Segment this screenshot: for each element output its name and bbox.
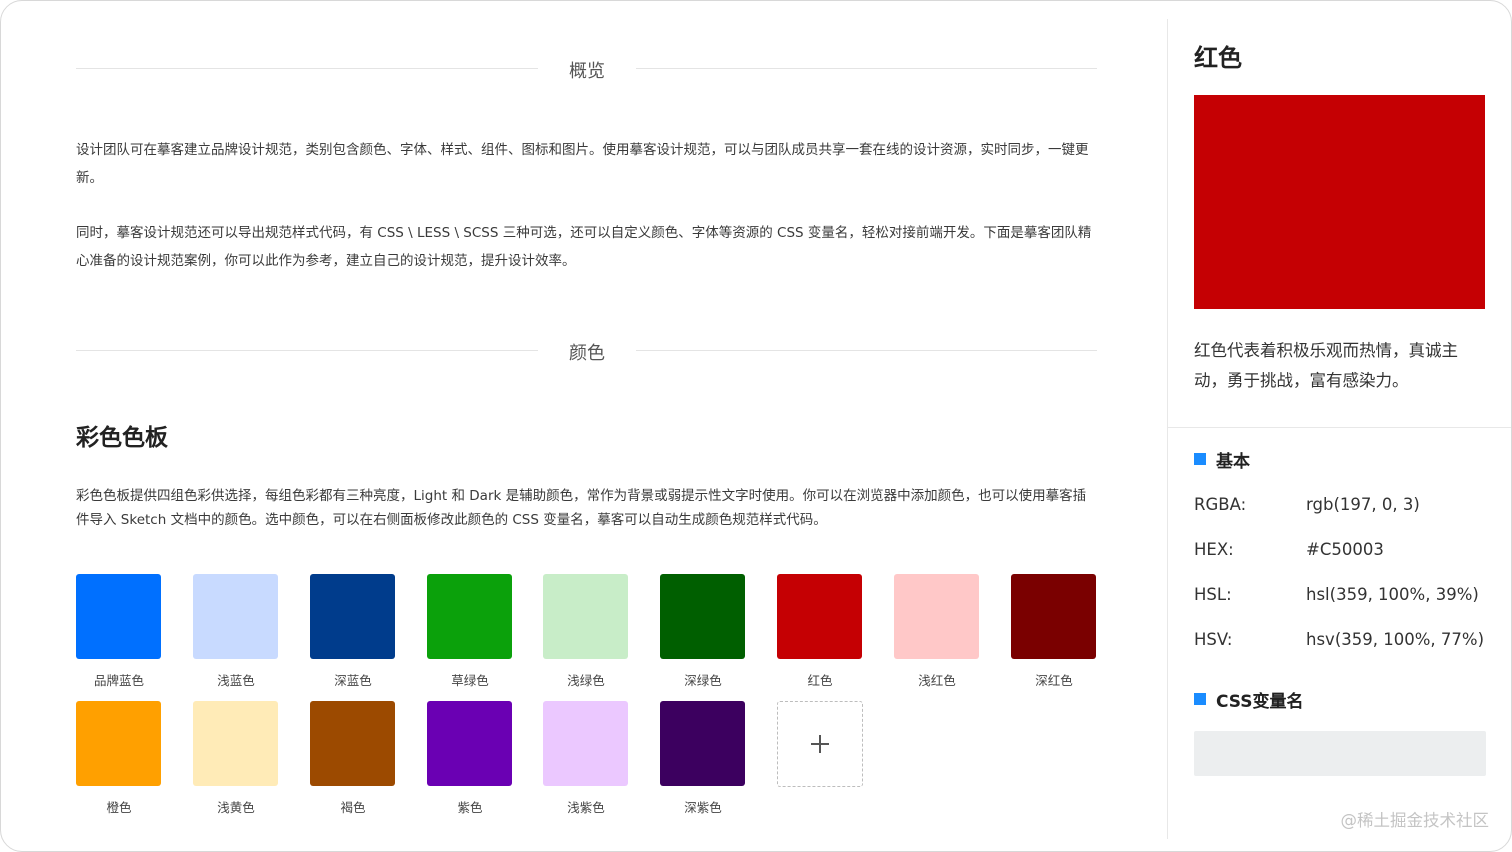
basic-heading: 基本 [1216,451,1250,472]
prop-key: RGBA: [1194,495,1247,514]
prop-value[interactable]: #C50003 [1306,540,1384,559]
prop-row-rgba: RGBA: rgb(197, 0, 3) [1194,495,1494,519]
add-color-button[interactable] [777,701,863,787]
swatch-label: 草绿色 [451,673,489,688]
swatch-color[interactable] [543,574,628,659]
swatch-item[interactable]: 浅红色 [894,574,980,689]
panel-separator [1168,427,1511,428]
swatch-color[interactable] [660,574,745,659]
swatch-color[interactable] [193,701,278,786]
css-section-header: CSS变量名 [1194,688,1304,712]
swatch-item[interactable]: 草绿色 [427,574,513,689]
swatch-item-selected[interactable]: 红色 [777,574,863,689]
prop-key: HSL: [1194,585,1232,604]
swatch-label: 红色 [807,673,833,688]
panel-title: 红色 [1194,44,1242,72]
swatch-label: 橙色 [106,800,132,815]
swatch-item[interactable]: 品牌蓝色 [76,574,162,689]
swatch-item[interactable]: 浅黄色 [193,701,279,816]
swatch-item[interactable]: 浅绿色 [543,574,629,689]
swatch-item[interactable]: 浅蓝色 [193,574,279,689]
swatch-color[interactable] [427,701,512,786]
swatch-label: 浅黄色 [217,800,255,815]
app-frame: 概览 设计团队可在摹客建立品牌设计规范，类别包含颜色、字体、样式、组件、图标和图… [0,0,1512,852]
divider-line [76,68,538,69]
prop-row-hsl: HSL: hsl(359, 100%, 39%) [1194,585,1494,609]
color-divider: 颜色 [76,336,1097,366]
swatch-label: 浅紫色 [567,800,605,815]
overview-divider: 概览 [76,54,1097,84]
swatch-label: 深蓝色 [334,673,372,688]
swatch-color[interactable] [777,574,862,659]
swatch-label: 浅红色 [918,673,956,688]
color-heading: 颜色 [569,343,605,364]
swatch-label: 浅蓝色 [217,673,255,688]
swatch-item[interactable]: 深紫色 [660,701,746,816]
swatch-color[interactable] [543,701,628,786]
color-preview [1194,95,1485,309]
swatch-color[interactable] [76,701,161,786]
css-heading: CSS变量名 [1216,691,1304,712]
prop-value[interactable]: hsl(359, 100%, 39%) [1306,585,1479,604]
prop-value[interactable]: rgb(197, 0, 3) [1306,495,1420,514]
swatch-color[interactable] [1011,574,1096,659]
swatch-label: 紫色 [457,800,483,815]
divider-line [636,350,1097,351]
swatch-color[interactable] [193,574,278,659]
swatch-label: 深紫色 [684,800,722,815]
palette-description: 彩色色板提供四组色彩供选择，每组色彩都有三种亮度，Light 和 Dark 是辅… [76,488,1087,528]
swatch-color[interactable] [76,574,161,659]
divider-line [76,350,538,351]
color-description: 红色代表着积极乐观而热情，真诚主动，勇于挑战，富有感染力。 [1194,341,1458,390]
plus-icon [811,735,829,753]
swatch-label: 浅绿色 [567,673,605,688]
swatch-color[interactable] [427,574,512,659]
swatch-item[interactable]: 深红色 [1011,574,1097,689]
swatch-item[interactable]: 浅紫色 [543,701,629,816]
swatch-label: 品牌蓝色 [93,673,144,688]
divider-line [636,68,1097,69]
prop-key: HSV: [1194,630,1233,649]
swatch-item[interactable]: 橙色 [76,701,162,816]
prop-value[interactable]: hsv(359, 100%, 77%) [1306,630,1484,649]
swatch-item[interactable]: 褐色 [310,701,396,816]
swatch-item[interactable]: 深蓝色 [310,574,396,689]
palette-title: 彩色色板 [76,425,168,451]
overview-paragraph-2: 同时，摹客设计规范还可以导出规范样式代码，有 CSS \ LESS \ SCSS… [76,225,1092,269]
prop-row-hsv: HSV: hsv(359, 100%, 77%) [1194,630,1494,654]
swatch-item[interactable]: 紫色 [427,701,513,816]
overview-heading: 概览 [569,61,605,82]
watermark: @稀土掘金技术社区 [1340,811,1490,830]
swatch-color[interactable] [310,701,395,786]
swatch-label: 深绿色 [684,673,722,688]
prop-key: HEX: [1194,540,1234,559]
detail-panel: 红色 红色代表着积极乐观而热情，真诚主动，勇于挑战，富有感染力。 基本 RGBA… [1168,1,1511,851]
main-content: 概览 设计团队可在摹客建立品牌设计规范，类别包含颜色、字体、样式、组件、图标和图… [76,1,1097,851]
prop-row-hex: HEX: #C50003 [1194,540,1494,564]
swatch-color[interactable] [310,574,395,659]
basic-section-header: 基本 [1194,448,1250,472]
swatch-item[interactable]: 深绿色 [660,574,746,689]
section-marker-icon [1194,693,1206,705]
css-variable-input[interactable] [1194,731,1486,776]
swatch-color[interactable] [894,574,979,659]
swatch-label: 深红色 [1035,673,1073,688]
overview-paragraph-1: 设计团队可在摹客建立品牌设计规范，类别包含颜色、字体、样式、组件、图标和图片。使… [76,142,1089,186]
swatch-label: 褐色 [340,800,366,815]
section-marker-icon [1194,453,1206,465]
swatch-color[interactable] [660,701,745,786]
